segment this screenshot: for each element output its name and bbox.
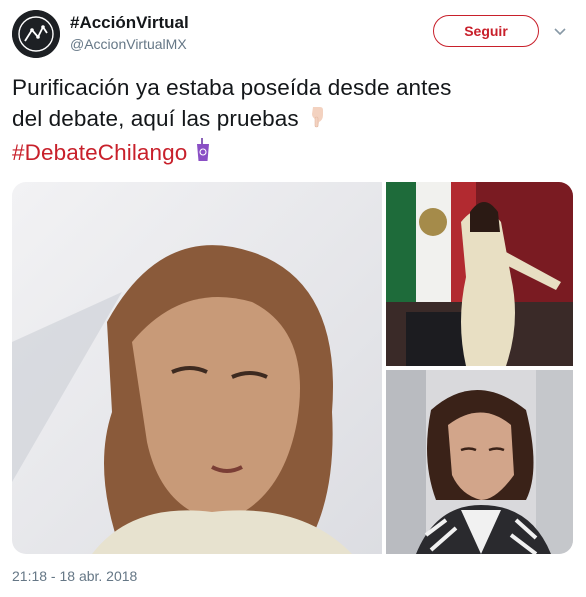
tweet-text-line-1: Purificación ya estaba poseída desde ant… (12, 75, 452, 100)
photo-woman-at-podium[interactable] (386, 182, 573, 366)
photo-woman-close-up[interactable] (12, 182, 382, 554)
tweet-text-line-2: del debate, aquí las pruebas (12, 106, 299, 131)
account-avatar[interactable] (12, 10, 60, 58)
tweet-media-grid[interactable] (12, 182, 573, 554)
pointing-down-hand-icon (305, 103, 331, 137)
account-name[interactable]: #AcciónVirtual (70, 13, 189, 33)
line-chart-logo-icon (12, 10, 60, 58)
account-handle[interactable]: @AccionVirtualMX (70, 36, 187, 52)
chevron-down-icon[interactable] (553, 24, 567, 38)
tweet-text: Purificación ya estaba poseída desde ant… (12, 72, 572, 171)
hashtag-link[interactable]: #DebateChilango (12, 140, 187, 165)
photo-woman-looking-down[interactable] (386, 370, 573, 554)
follow-button[interactable]: Seguir (433, 15, 539, 47)
tweet-timestamp[interactable]: 21:18 - 18 abr. 2018 (12, 568, 137, 584)
purple-cup-icon (194, 137, 212, 171)
